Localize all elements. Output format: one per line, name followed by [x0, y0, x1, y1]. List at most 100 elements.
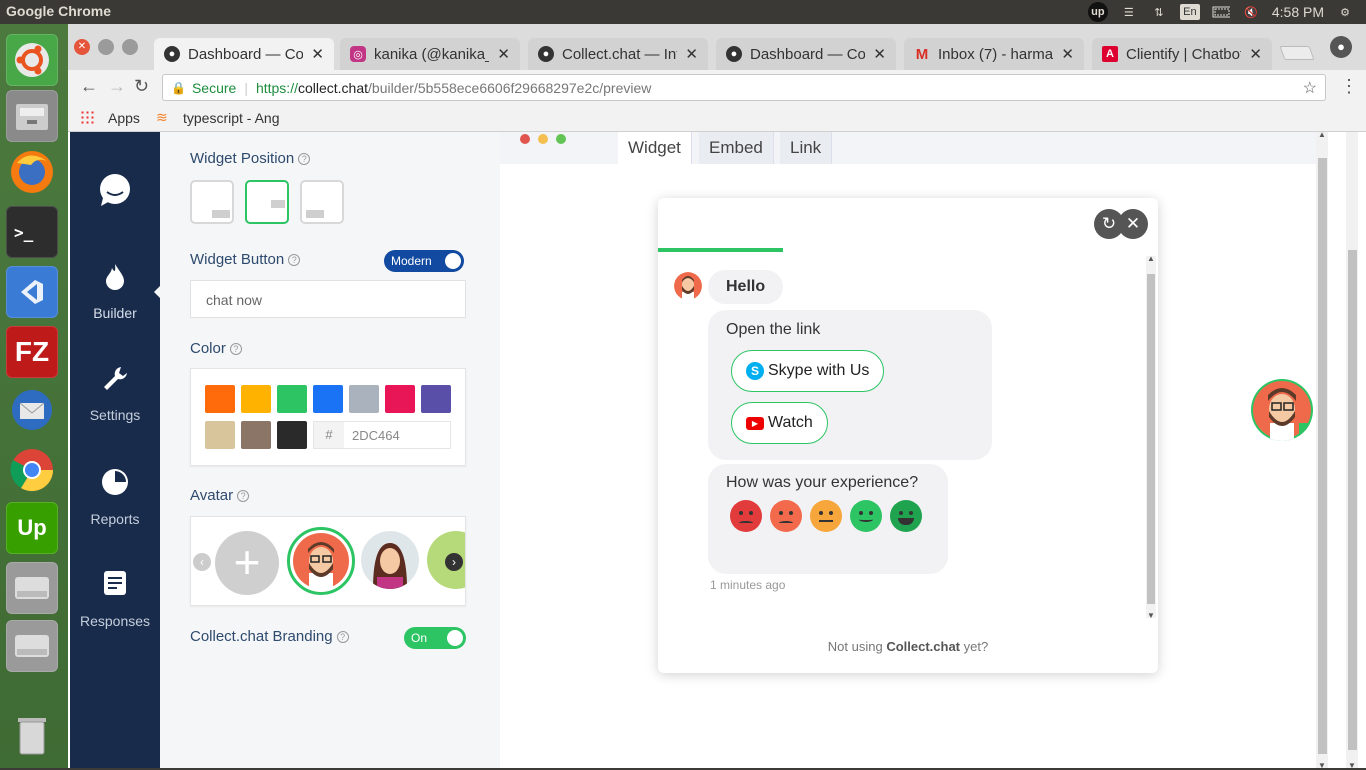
scroll-up-arrow-icon[interactable]: ▲	[1147, 254, 1155, 263]
close-tab-icon[interactable]: ✕	[873, 45, 886, 63]
sidebar-item-settings[interactable]: Settings	[70, 364, 160, 423]
color-swatch-blue[interactable]	[313, 385, 343, 413]
upwork-icon[interactable]: Up	[6, 502, 58, 554]
help-icon[interactable]: ?	[298, 153, 311, 166]
file-manager-icon[interactable]	[6, 90, 58, 142]
happy-face-icon[interactable]	[850, 500, 882, 532]
hex-color-input[interactable]: # 2DC464	[313, 421, 451, 449]
browser-tab[interactable]: ● Dashboard — Colle ✕	[154, 38, 334, 70]
help-icon[interactable]: ?	[237, 490, 250, 503]
color-swatch-gray[interactable]	[349, 385, 379, 413]
address-bar[interactable]: 🔒 Secure | https:// collect.chat /builde…	[162, 74, 1326, 101]
close-tab-icon[interactable]: ✕	[1061, 45, 1074, 63]
color-swatch-pink[interactable]	[385, 385, 415, 413]
vscode-icon[interactable]	[6, 266, 58, 318]
scroll-down-arrow-icon[interactable]: ▼	[1147, 611, 1155, 620]
apps-grid-icon[interactable]	[80, 110, 94, 124]
scroll-thumb[interactable]	[1318, 158, 1327, 754]
upwork-tray-icon[interactable]: up	[1087, 2, 1108, 22]
bookmark-item[interactable]: typescript - Ang	[183, 110, 280, 126]
close-tab-icon[interactable]: ✕	[311, 45, 324, 63]
help-icon[interactable]: ?	[229, 343, 242, 356]
sad-face-icon[interactable]	[770, 500, 802, 532]
drive-icon[interactable]	[6, 562, 58, 614]
close-chat-icon[interactable]: ✕	[1118, 209, 1148, 239]
page-scrollbar[interactable]: ▼	[1346, 132, 1358, 770]
avatar-option-woman[interactable]	[361, 531, 419, 589]
firefox-icon[interactable]	[6, 146, 58, 198]
back-arrow-icon[interactable]: ←	[80, 76, 98, 97]
button-style-toggle[interactable]: Modern	[384, 250, 464, 272]
color-swatch-black[interactable]	[277, 421, 307, 449]
battery-icon[interactable]	[1212, 4, 1230, 20]
menu-list-icon[interactable]: ☰	[1120, 4, 1138, 20]
avatar-option-man-selected[interactable]	[287, 527, 355, 595]
color-swatch-green[interactable]	[277, 385, 307, 413]
color-swatch-purple[interactable]	[421, 385, 451, 413]
skype-link-button[interactable]: S Skype with Us	[731, 350, 885, 392]
position-option-bottom-left[interactable]	[190, 180, 234, 224]
branding-toggle[interactable]: On	[404, 627, 466, 649]
color-swatch-amber[interactable]	[241, 385, 271, 413]
chat-logo[interactable]	[70, 172, 160, 208]
very-happy-face-icon[interactable]	[890, 500, 922, 532]
scroll-up-arrow-icon[interactable]: ▲	[1318, 130, 1326, 139]
scroll-thumb[interactable]	[1348, 250, 1357, 750]
add-avatar-button[interactable]: +	[215, 531, 279, 595]
sidebar-item-responses[interactable]: Responses	[70, 570, 160, 629]
position-option-bottom-right[interactable]	[300, 180, 344, 224]
profile-icon[interactable]: ●	[1330, 36, 1352, 58]
drive-icon[interactable]	[6, 620, 58, 672]
browser-tab[interactable]: A Clientify | Chatbot ✕	[1092, 38, 1272, 70]
chrome-icon[interactable]	[6, 444, 58, 496]
browser-tab[interactable]: M Inbox (7) - harmanp ✕	[904, 38, 1084, 70]
angry-face-icon[interactable]	[730, 500, 762, 532]
sidebar-item-builder[interactable]: Builder	[70, 262, 160, 321]
chat-scrollbar[interactable]: ▲ ▼	[1146, 254, 1156, 620]
close-tab-icon[interactable]: ✕	[497, 45, 510, 63]
maximize-window-button[interactable]	[122, 39, 138, 55]
reload-icon[interactable]: ↻	[134, 76, 149, 97]
browser-tab[interactable]: ● Collect.chat — Inte ✕	[528, 38, 708, 70]
chat-launcher-avatar[interactable]	[1251, 379, 1313, 441]
close-tab-icon[interactable]: ✕	[1249, 45, 1262, 63]
chevron-right-icon[interactable]: ›	[445, 553, 463, 571]
watch-link-button[interactable]: ▶ Watch	[731, 402, 828, 444]
help-icon[interactable]: ?	[336, 631, 349, 644]
bookmark-apps[interactable]: Apps	[108, 110, 140, 126]
browser-tab[interactable]: ● Dashboard — Colle ✕	[716, 38, 896, 70]
tab-link[interactable]: Link	[780, 132, 833, 164]
settings-gear-icon[interactable]: ⚙	[1336, 4, 1354, 20]
bookmark-star-icon[interactable]: ☆	[1303, 78, 1317, 98]
scroll-thumb[interactable]	[1147, 274, 1155, 604]
thunderbird-icon[interactable]	[6, 384, 58, 436]
ubuntu-icon[interactable]	[6, 34, 58, 86]
close-tab-icon[interactable]: ✕	[685, 45, 698, 63]
new-tab-button[interactable]	[1279, 46, 1315, 60]
forward-arrow-icon[interactable]: →	[108, 76, 126, 97]
browser-tab[interactable]: ◎ kanika (@kanika_9 ✕	[340, 38, 520, 70]
position-option-middle-right[interactable]	[245, 180, 289, 224]
button-text-input[interactable]: chat now	[190, 280, 466, 318]
trash-icon[interactable]	[6, 708, 58, 760]
help-icon[interactable]: ?	[288, 254, 301, 267]
color-swatch-tan[interactable]	[205, 421, 235, 449]
color-swatch-brown[interactable]	[241, 421, 271, 449]
chrome-menu-icon[interactable]: ⋮	[1340, 76, 1358, 97]
filezilla-icon[interactable]: FZ	[6, 326, 58, 378]
network-icon[interactable]: ⇅	[1150, 4, 1168, 20]
chevron-left-icon[interactable]: ‹	[193, 553, 211, 571]
color-swatch-orange[interactable]	[205, 385, 235, 413]
preview-scrollbar[interactable]: ▲ ▼	[1316, 130, 1328, 770]
minimize-window-button[interactable]	[98, 39, 114, 55]
volume-muted-icon[interactable]: 🔇	[1242, 4, 1260, 20]
scroll-down-arrow-icon[interactable]: ▼	[1318, 761, 1326, 770]
scroll-down-arrow-icon[interactable]: ▼	[1348, 761, 1356, 770]
sidebar-item-reports[interactable]: Reports	[70, 468, 160, 527]
branding-footer[interactable]: Not using Collect.chat yet?	[658, 639, 1158, 654]
close-window-button[interactable]: ✕	[74, 39, 90, 55]
terminal-icon[interactable]: >_	[6, 206, 58, 258]
neutral-face-icon[interactable]	[810, 500, 842, 532]
tab-widget[interactable]: Widget	[618, 132, 692, 164]
clock[interactable]: 4:58 PM	[1272, 4, 1324, 20]
